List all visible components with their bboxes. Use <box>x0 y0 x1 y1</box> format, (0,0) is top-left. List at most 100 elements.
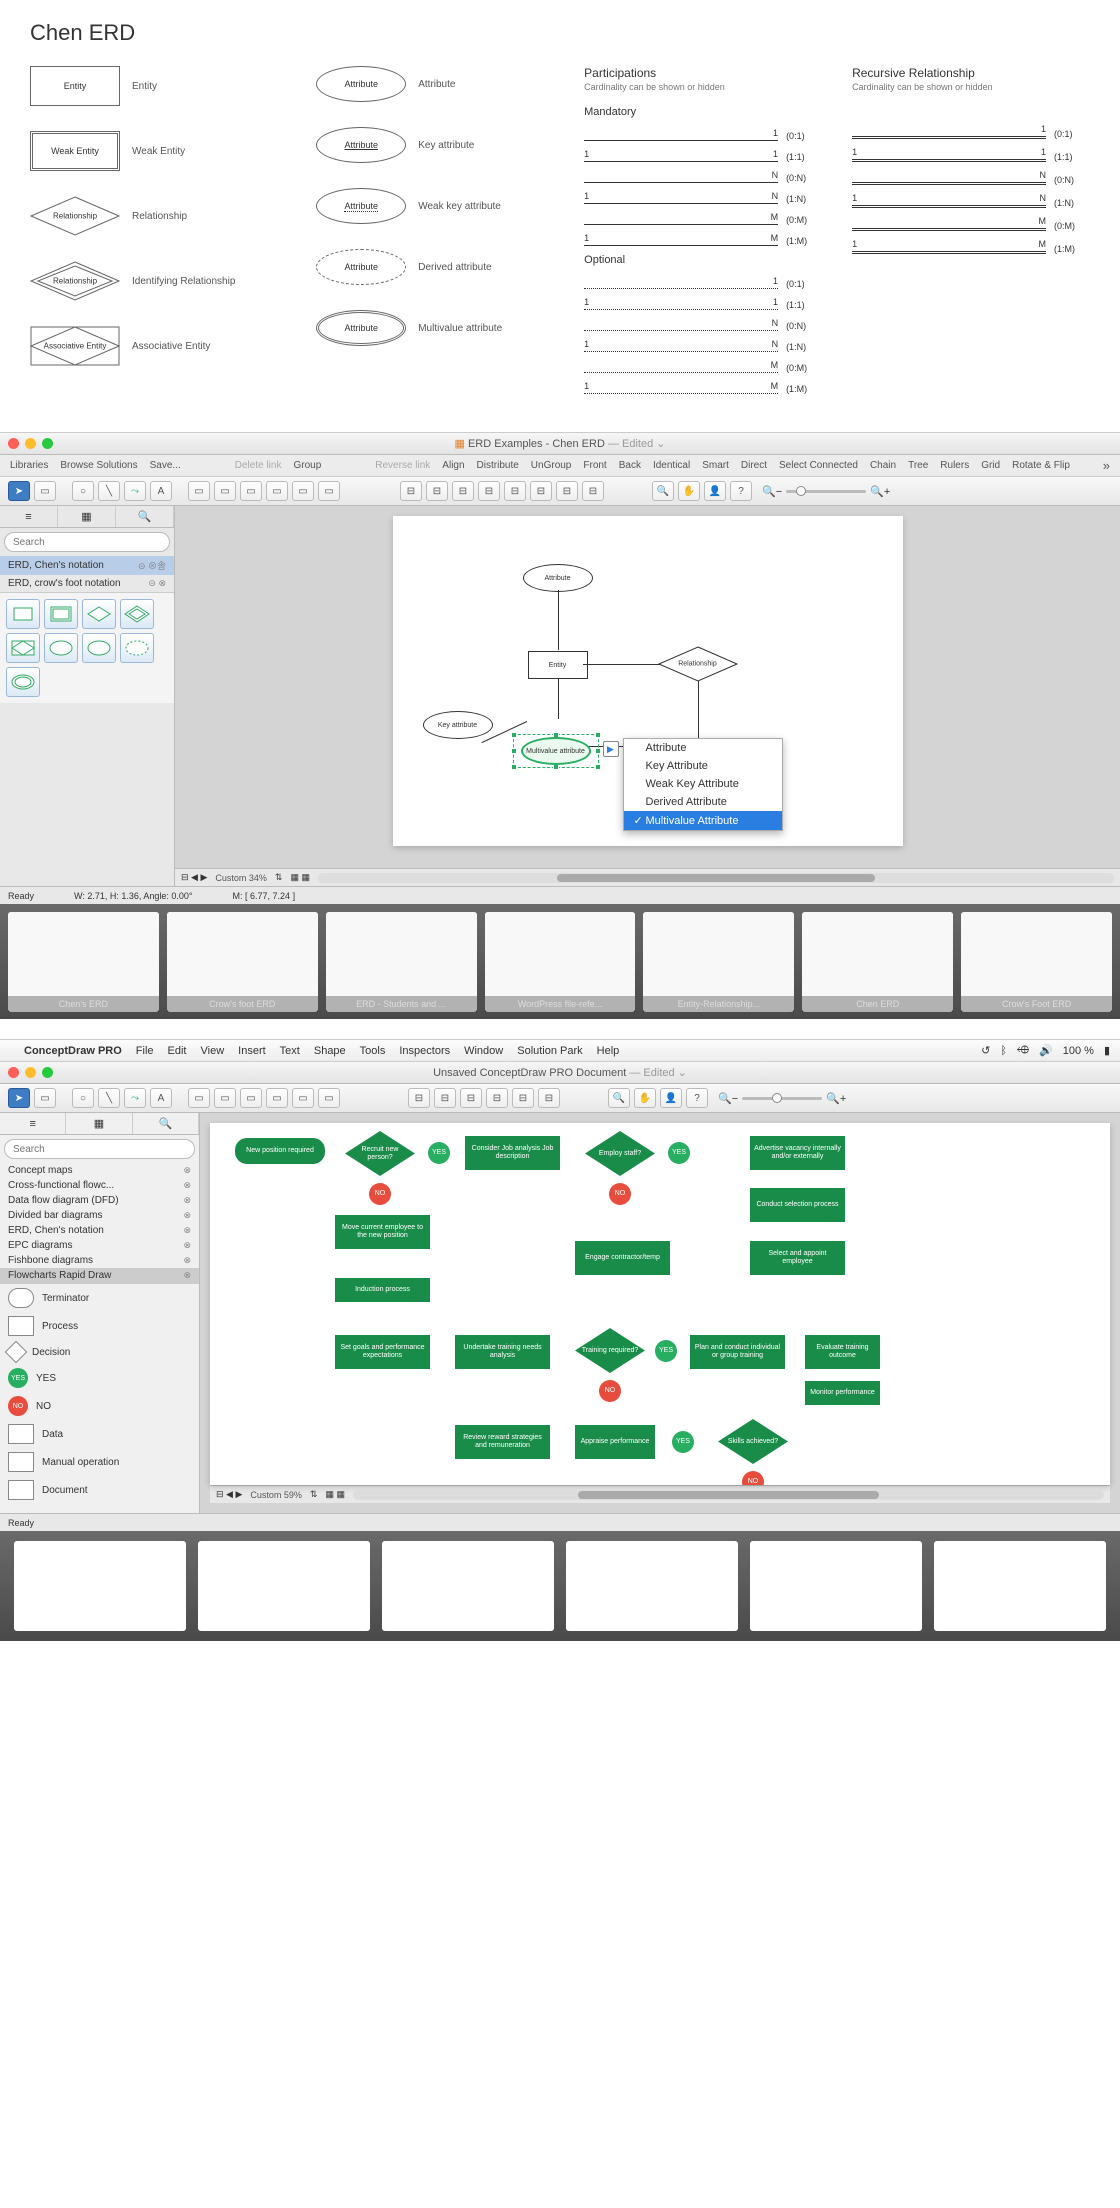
gallery-item[interactable] <box>566 1541 738 1631</box>
flow-no[interactable]: NO <box>742 1471 764 1485</box>
zoom-stepper[interactable]: ⇅ <box>275 872 283 883</box>
flow-monitor[interactable]: Monitor performance <box>805 1381 880 1405</box>
flow-recruit[interactable]: Recruit new person? <box>345 1131 415 1176</box>
page-nav[interactable]: ⊟ ◀ ▶ <box>216 1489 242 1500</box>
menu-text[interactable]: Text <box>280 1045 300 1057</box>
flow-review[interactable]: Review reward strategies and remuneratio… <box>455 1425 550 1459</box>
align-tool-icon[interactable]: ⊟ <box>556 481 578 501</box>
horizontal-scrollbar[interactable] <box>353 1490 1104 1500</box>
shape-item[interactable]: Terminator <box>0 1284 199 1312</box>
shape-item[interactable]: Document <box>0 1476 199 1504</box>
menu-identical[interactable]: Identical <box>653 460 690 471</box>
menu-grid[interactable]: Grid <box>981 460 1000 471</box>
library-item[interactable]: ERD, Chen's notation⊗ <box>0 1223 199 1238</box>
sidebar-tab-list[interactable]: ≡ <box>0 1113 66 1134</box>
zoom-in-icon[interactable]: 🔍+ <box>870 485 890 498</box>
search-input[interactable] <box>4 1139 195 1159</box>
flow-yes[interactable]: YES <box>655 1340 677 1362</box>
action-button[interactable]: ▶ <box>603 741 619 757</box>
battery-icon[interactable]: ▮ <box>1104 1044 1110 1057</box>
menu-window[interactable]: Window <box>464 1045 503 1057</box>
zoom-in-icon[interactable]: 🔍+ <box>826 1092 846 1105</box>
flow-no[interactable]: NO <box>369 1183 391 1205</box>
tool-icon[interactable]: ▭ <box>266 481 288 501</box>
library-item[interactable]: Fishbone diagrams⊗ <box>0 1253 199 1268</box>
erd-relationship[interactable]: Relationship <box>658 646 738 682</box>
menu-edit[interactable]: Edit <box>168 1045 187 1057</box>
zoom-out-icon[interactable]: 🔍− <box>718 1092 738 1105</box>
align-tool-icon[interactable]: ⊟ <box>426 481 448 501</box>
menu-browse[interactable]: Browse Solutions <box>60 460 137 471</box>
gallery-item[interactable]: Chen's ERD <box>8 912 159 1012</box>
sidebar-tab-list[interactable]: ≡ <box>0 506 58 527</box>
gallery-item[interactable] <box>382 1541 554 1631</box>
align-tool-icon[interactable]: ⊟ <box>530 481 552 501</box>
ellipse-tool-icon[interactable]: ○ <box>72 1088 94 1108</box>
library-chen[interactable]: ERD, Chen's notation⊝ ⊗舎 <box>0 556 174 575</box>
wifi-icon[interactable]: ⬲ <box>1017 1044 1029 1057</box>
sidebar-tab-grid[interactable]: ▦ <box>58 506 116 527</box>
shape-item[interactable]: Data <box>0 1420 199 1448</box>
palette-ident-rel[interactable] <box>120 599 154 629</box>
gallery-item[interactable] <box>198 1541 370 1631</box>
connector-tool-icon[interactable]: ⤳ <box>124 1088 146 1108</box>
shape-item[interactable]: Process <box>0 1312 199 1340</box>
zoom-tool-icon[interactable]: 🔍 <box>652 481 674 501</box>
align-tool-icon[interactable]: ⊟ <box>452 481 474 501</box>
menu-shape[interactable]: Shape <box>314 1045 346 1057</box>
close-icon[interactable] <box>8 1067 19 1078</box>
flow-new-position[interactable]: New position required <box>235 1138 325 1164</box>
tool-icon[interactable]: ▭ <box>214 481 236 501</box>
maximize-icon[interactable] <box>42 1067 53 1078</box>
shape-item[interactable]: YESYES <box>0 1364 199 1392</box>
user-icon[interactable]: 👤 <box>660 1088 682 1108</box>
tool-icon[interactable]: ▭ <box>292 1088 314 1108</box>
hand-tool-icon[interactable]: ✋ <box>634 1088 656 1108</box>
palette-key-attr[interactable] <box>82 633 116 663</box>
time-machine-icon[interactable]: ↺ <box>981 1044 990 1057</box>
flow-advertise[interactable]: Advertise vacancy internally and/or exte… <box>750 1136 845 1170</box>
menu-file[interactable]: File <box>136 1045 154 1057</box>
menu-distribute[interactable]: Distribute <box>477 460 519 471</box>
sidebar-tab-search[interactable]: 🔍 <box>133 1113 199 1134</box>
flow-yes[interactable]: YES <box>668 1142 690 1164</box>
context-attribute[interactable]: Attribute <box>624 739 782 757</box>
pointer-tool-icon[interactable]: ➤ <box>8 481 30 501</box>
flow-yes[interactable]: YES <box>672 1431 694 1453</box>
flow-move[interactable]: Move current employee to the new positio… <box>335 1215 430 1249</box>
menu-insert[interactable]: Insert <box>238 1045 266 1057</box>
context-derived-attribute[interactable]: Derived Attribute <box>624 793 782 811</box>
menu-app[interactable]: ConceptDraw PRO <box>24 1045 122 1057</box>
help-tool-icon[interactable]: ? <box>686 1088 708 1108</box>
search-input[interactable] <box>4 532 170 552</box>
tool-icon[interactable]: ▭ <box>318 481 340 501</box>
context-multivalue-attribute[interactable]: ✓Multivalue Attribute <box>624 811 782 830</box>
menu-group[interactable]: Group <box>293 460 321 471</box>
tool-icon[interactable]: ▭ <box>188 481 210 501</box>
align-tool-icon[interactable]: ⊟ <box>478 481 500 501</box>
canvas-page[interactable]: New position required Recruit new person… <box>210 1123 1110 1485</box>
shape-item[interactable]: Manual operation <box>0 1448 199 1476</box>
align-tool-icon[interactable]: ⊟ <box>408 1088 430 1108</box>
ellipse-tool-icon[interactable]: ○ <box>72 481 94 501</box>
gallery-item[interactable] <box>934 1541 1106 1631</box>
horizontal-scrollbar[interactable] <box>318 873 1114 883</box>
library-item[interactable]: Concept maps⊗ <box>0 1163 199 1178</box>
library-item[interactable]: EPC diagrams⊗ <box>0 1238 199 1253</box>
menu-align[interactable]: Align <box>442 460 464 471</box>
zoom-tool-icon[interactable]: 🔍 <box>608 1088 630 1108</box>
close-icon[interactable] <box>8 438 19 449</box>
menu-chain[interactable]: Chain <box>870 460 896 471</box>
connector-tool-icon[interactable]: ⤳ <box>124 481 146 501</box>
shape-item[interactable]: Decision <box>0 1340 199 1364</box>
library-item[interactable]: Flowcharts Rapid Draw⊗ <box>0 1268 199 1283</box>
canvas-page[interactable]: Attribute Entity Key attribute Relations… <box>393 516 903 846</box>
menu-rulers[interactable]: Rulers <box>940 460 969 471</box>
tool-icon[interactable]: ▭ <box>266 1088 288 1108</box>
library-item[interactable]: Cross-functional flowc...⊗ <box>0 1178 199 1193</box>
erd-entity[interactable]: Entity <box>528 651 588 679</box>
align-tool-icon[interactable]: ⊟ <box>486 1088 508 1108</box>
erd-key-attr[interactable]: Key attribute <box>423 711 493 739</box>
context-weak-key-attribute[interactable]: Weak Key Attribute <box>624 775 782 793</box>
erd-multi-attr[interactable]: Multivalue attribute <box>521 737 591 765</box>
